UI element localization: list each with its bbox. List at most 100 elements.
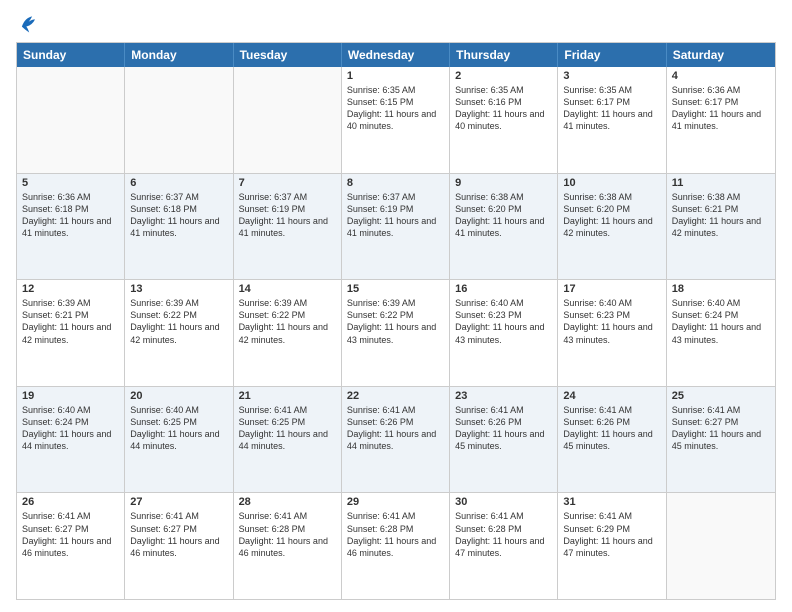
day-cell: 15 Sunrise: 6:39 AM Sunset: 6:22 PM Dayli… bbox=[342, 280, 450, 386]
day-info: Sunrise: 6:37 AM Sunset: 6:19 PM Dayligh… bbox=[239, 191, 336, 240]
day-cell: 5 Sunrise: 6:36 AM Sunset: 6:18 PM Daylig… bbox=[17, 174, 125, 280]
day-info: Sunrise: 6:38 AM Sunset: 6:21 PM Dayligh… bbox=[672, 191, 770, 240]
day-info: Sunrise: 6:39 AM Sunset: 6:22 PM Dayligh… bbox=[347, 297, 444, 346]
day-header-wednesday: Wednesday bbox=[342, 43, 450, 67]
day-cell: 29 Sunrise: 6:41 AM Sunset: 6:28 PM Dayli… bbox=[342, 493, 450, 599]
day-number: 28 bbox=[239, 496, 336, 508]
day-number: 11 bbox=[672, 177, 770, 189]
day-headers: SundayMondayTuesdayWednesdayThursdayFrid… bbox=[17, 43, 775, 67]
day-number: 12 bbox=[22, 283, 119, 295]
week-row-1: 1Sunrise: 6:35 AM Sunset: 6:15 PM Daylig… bbox=[17, 67, 775, 173]
day-number: 23 bbox=[455, 390, 552, 402]
day-number: 17 bbox=[563, 283, 660, 295]
day-info: Sunrise: 6:40 AM Sunset: 6:23 PM Dayligh… bbox=[455, 297, 552, 346]
day-info: Sunrise: 6:41 AM Sunset: 6:26 PM Dayligh… bbox=[563, 404, 660, 453]
day-cell: 27 Sunrise: 6:41 AM Sunset: 6:27 PM Dayli… bbox=[125, 493, 233, 599]
day-cell: 10Sunrise: 6:38 AM Sunset: 6:20 PM Dayli… bbox=[558, 174, 666, 280]
day-number: 31 bbox=[563, 496, 660, 508]
day-number: 25 bbox=[672, 390, 770, 402]
day-info: Sunrise: 6:41 AM Sunset: 6:28 PM Dayligh… bbox=[347, 510, 444, 559]
day-number: 21 bbox=[239, 390, 336, 402]
day-number: 30 bbox=[455, 496, 552, 508]
day-info: Sunrise: 6:41 AM Sunset: 6:26 PM Dayligh… bbox=[347, 404, 444, 453]
day-cell: 22 Sunrise: 6:41 AM Sunset: 6:26 PM Dayli… bbox=[342, 387, 450, 493]
day-info: Sunrise: 6:36 AM Sunset: 6:17 PM Dayligh… bbox=[672, 84, 770, 133]
day-number: 8 bbox=[347, 177, 444, 189]
day-info: Sunrise: 6:39 AM Sunset: 6:21 PM Dayligh… bbox=[22, 297, 119, 346]
day-info: Sunrise: 6:41 AM Sunset: 6:26 PM Dayligh… bbox=[455, 404, 552, 453]
day-cell: 19 Sunrise: 6:40 AM Sunset: 6:24 PM Dayli… bbox=[17, 387, 125, 493]
day-cell: 30 Sunrise: 6:41 AM Sunset: 6:28 PM Dayli… bbox=[450, 493, 558, 599]
day-info: Sunrise: 6:41 AM Sunset: 6:27 PM Dayligh… bbox=[130, 510, 227, 559]
day-header-friday: Friday bbox=[558, 43, 666, 67]
day-info: Sunrise: 6:40 AM Sunset: 6:23 PM Dayligh… bbox=[563, 297, 660, 346]
day-header-monday: Monday bbox=[125, 43, 233, 67]
day-cell bbox=[17, 67, 125, 173]
day-cell: 11 Sunrise: 6:38 AM Sunset: 6:21 PM Dayli… bbox=[667, 174, 775, 280]
day-cell: 21Sunrise: 6:41 AM Sunset: 6:25 PM Dayli… bbox=[234, 387, 342, 493]
day-cell: 18 Sunrise: 6:40 AM Sunset: 6:24 PM Dayli… bbox=[667, 280, 775, 386]
day-info: Sunrise: 6:41 AM Sunset: 6:29 PM Dayligh… bbox=[563, 510, 660, 559]
day-cell: 4 Sunrise: 6:36 AM Sunset: 6:17 PM Daylig… bbox=[667, 67, 775, 173]
day-number: 13 bbox=[130, 283, 227, 295]
day-header-tuesday: Tuesday bbox=[234, 43, 342, 67]
day-info: Sunrise: 6:41 AM Sunset: 6:28 PM Dayligh… bbox=[455, 510, 552, 559]
day-number: 18 bbox=[672, 283, 770, 295]
day-header-thursday: Thursday bbox=[450, 43, 558, 67]
logo-bird-icon bbox=[16, 12, 38, 34]
day-cell: 6 Sunrise: 6:37 AM Sunset: 6:18 PM Daylig… bbox=[125, 174, 233, 280]
day-cell: 3Sunrise: 6:35 AM Sunset: 6:17 PM Daylig… bbox=[558, 67, 666, 173]
day-info: Sunrise: 6:39 AM Sunset: 6:22 PM Dayligh… bbox=[239, 297, 336, 346]
week-row-3: 12 Sunrise: 6:39 AM Sunset: 6:21 PM Dayli… bbox=[17, 279, 775, 386]
day-number: 26 bbox=[22, 496, 119, 508]
day-cell: 1Sunrise: 6:35 AM Sunset: 6:15 PM Daylig… bbox=[342, 67, 450, 173]
day-cell: 20Sunrise: 6:40 AM Sunset: 6:25 PM Dayli… bbox=[125, 387, 233, 493]
day-info: Sunrise: 6:38 AM Sunset: 6:20 PM Dayligh… bbox=[563, 191, 660, 240]
week-row-5: 26 Sunrise: 6:41 AM Sunset: 6:27 PM Dayli… bbox=[17, 492, 775, 599]
day-info: Sunrise: 6:41 AM Sunset: 6:27 PM Dayligh… bbox=[672, 404, 770, 453]
weeks-container: 1Sunrise: 6:35 AM Sunset: 6:15 PM Daylig… bbox=[17, 67, 775, 599]
day-cell: 23 Sunrise: 6:41 AM Sunset: 6:26 PM Dayli… bbox=[450, 387, 558, 493]
day-cell: 24 Sunrise: 6:41 AM Sunset: 6:26 PM Dayli… bbox=[558, 387, 666, 493]
header bbox=[16, 12, 776, 34]
day-cell: 13Sunrise: 6:39 AM Sunset: 6:22 PM Dayli… bbox=[125, 280, 233, 386]
day-info: Sunrise: 6:36 AM Sunset: 6:18 PM Dayligh… bbox=[22, 191, 119, 240]
day-cell bbox=[125, 67, 233, 173]
day-number: 5 bbox=[22, 177, 119, 189]
day-cell: 14 Sunrise: 6:39 AM Sunset: 6:22 PM Dayli… bbox=[234, 280, 342, 386]
day-number: 27 bbox=[130, 496, 227, 508]
day-cell bbox=[667, 493, 775, 599]
day-cell: 16Sunrise: 6:40 AM Sunset: 6:23 PM Dayli… bbox=[450, 280, 558, 386]
day-number: 7 bbox=[239, 177, 336, 189]
day-cell: 12 Sunrise: 6:39 AM Sunset: 6:21 PM Dayli… bbox=[17, 280, 125, 386]
day-number: 15 bbox=[347, 283, 444, 295]
day-info: Sunrise: 6:41 AM Sunset: 6:28 PM Dayligh… bbox=[239, 510, 336, 559]
day-number: 19 bbox=[22, 390, 119, 402]
day-info: Sunrise: 6:38 AM Sunset: 6:20 PM Dayligh… bbox=[455, 191, 552, 240]
day-info: Sunrise: 6:40 AM Sunset: 6:24 PM Dayligh… bbox=[672, 297, 770, 346]
day-cell: 2Sunrise: 6:35 AM Sunset: 6:16 PM Daylig… bbox=[450, 67, 558, 173]
day-number: 22 bbox=[347, 390, 444, 402]
day-number: 24 bbox=[563, 390, 660, 402]
day-cell: 28 Sunrise: 6:41 AM Sunset: 6:28 PM Dayli… bbox=[234, 493, 342, 599]
week-row-2: 5 Sunrise: 6:36 AM Sunset: 6:18 PM Daylig… bbox=[17, 173, 775, 280]
page: SundayMondayTuesdayWednesdayThursdayFrid… bbox=[0, 0, 792, 612]
day-number: 6 bbox=[130, 177, 227, 189]
day-cell: 25 Sunrise: 6:41 AM Sunset: 6:27 PM Dayli… bbox=[667, 387, 775, 493]
day-cell bbox=[234, 67, 342, 173]
day-info: Sunrise: 6:41 AM Sunset: 6:27 PM Dayligh… bbox=[22, 510, 119, 559]
day-number: 29 bbox=[347, 496, 444, 508]
day-header-saturday: Saturday bbox=[667, 43, 775, 67]
day-cell: 31 Sunrise: 6:41 AM Sunset: 6:29 PM Dayli… bbox=[558, 493, 666, 599]
day-cell: 7 Sunrise: 6:37 AM Sunset: 6:19 PM Daylig… bbox=[234, 174, 342, 280]
day-info: Sunrise: 6:37 AM Sunset: 6:18 PM Dayligh… bbox=[130, 191, 227, 240]
day-info: Sunrise: 6:37 AM Sunset: 6:19 PM Dayligh… bbox=[347, 191, 444, 240]
day-info: Sunrise: 6:40 AM Sunset: 6:24 PM Dayligh… bbox=[22, 404, 119, 453]
day-cell: 9Sunrise: 6:38 AM Sunset: 6:20 PM Daylig… bbox=[450, 174, 558, 280]
logo bbox=[16, 12, 42, 34]
day-info: Sunrise: 6:35 AM Sunset: 6:15 PM Dayligh… bbox=[347, 84, 444, 133]
day-number: 3 bbox=[563, 70, 660, 82]
day-number: 4 bbox=[672, 70, 770, 82]
day-number: 14 bbox=[239, 283, 336, 295]
day-info: Sunrise: 6:35 AM Sunset: 6:16 PM Dayligh… bbox=[455, 84, 552, 133]
